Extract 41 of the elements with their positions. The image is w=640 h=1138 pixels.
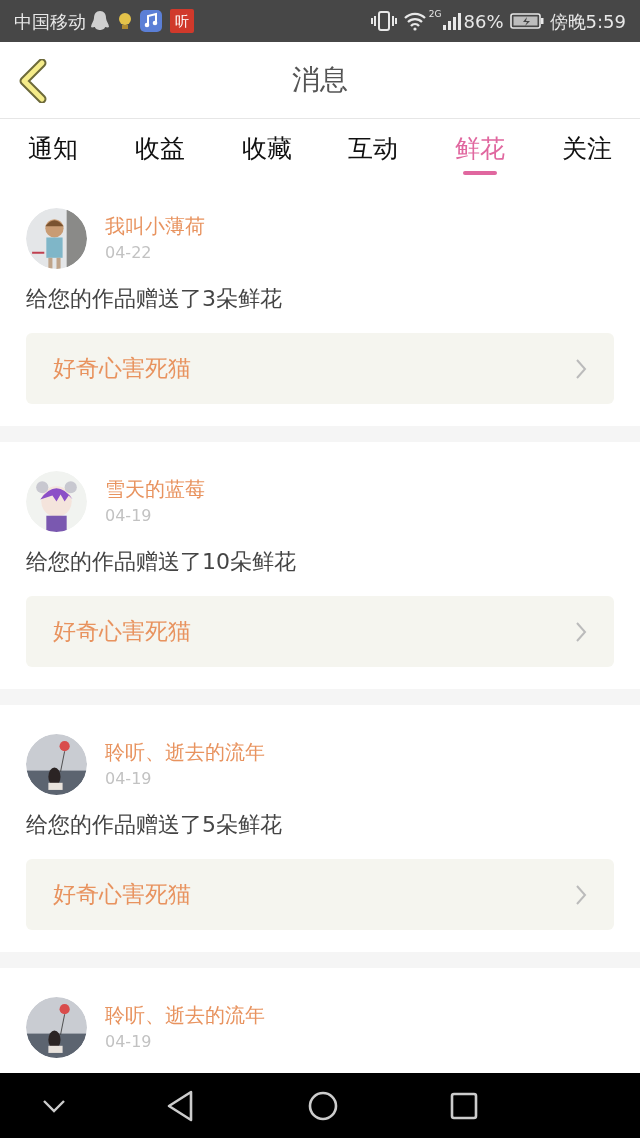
tab[interactable]: 收益 [106, 119, 214, 179]
message-date: 04-19 [105, 504, 153, 527]
user-name[interactable]: 聆听、逝去的流年 [105, 1000, 265, 1029]
battery-icon [509, 12, 544, 30]
wifi-icon [402, 11, 427, 31]
back-nav-icon[interactable] [166, 1089, 194, 1122]
message-text: 给您的作品赠送了5朵鲜花 [26, 811, 283, 839]
work-link[interactable]: 好奇心害死猫 [26, 859, 614, 930]
back-icon [18, 59, 48, 103]
signal-icon [441, 11, 462, 31]
tab[interactable]: 互动 [320, 119, 427, 179]
message-date: 04-22 [105, 241, 153, 264]
vibrate-icon [370, 10, 397, 32]
chevron-down-icon[interactable] [42, 1098, 66, 1113]
message-text: 给您的作品赠送了3朵鲜花 [26, 285, 283, 313]
home-icon[interactable] [308, 1090, 338, 1121]
message-date: 04-19 [105, 1030, 153, 1053]
music-app-icon [140, 10, 162, 32]
app-icon: 听 [170, 9, 194, 33]
tab[interactable]: 收藏 [213, 119, 320, 179]
tab[interactable]: 通知 [0, 119, 107, 179]
work-link[interactable]: 好奇心害死猫 [26, 333, 614, 404]
bulb-icon [118, 12, 132, 30]
tab[interactable]: 关注 [533, 119, 640, 179]
tab[interactable]: 鲜花 [426, 119, 534, 179]
clock-time: 傍晚5:59 [549, 9, 626, 34]
chevron-right-icon [575, 357, 587, 380]
work-link[interactable]: 好奇心害死猫 [26, 596, 614, 667]
user-name[interactable]: 聆听、逝去的流年 [105, 737, 265, 766]
carrier-name: 中国移动 [14, 9, 86, 34]
penguin-icon [90, 10, 110, 32]
user-name[interactable]: 雪天的蓝莓 [105, 474, 205, 503]
recent-apps-icon[interactable] [450, 1091, 478, 1120]
page-title: 消息 [292, 62, 348, 98]
chevron-right-icon [575, 883, 587, 906]
user-name[interactable]: 我叫小薄荷 [105, 211, 205, 240]
chevron-right-icon [575, 620, 587, 643]
battery-percent: 86% [463, 9, 504, 34]
message-date: 04-19 [105, 767, 153, 790]
message-text: 给您的作品赠送了10朵鲜花 [26, 548, 297, 576]
network-type: 2G [428, 8, 442, 21]
